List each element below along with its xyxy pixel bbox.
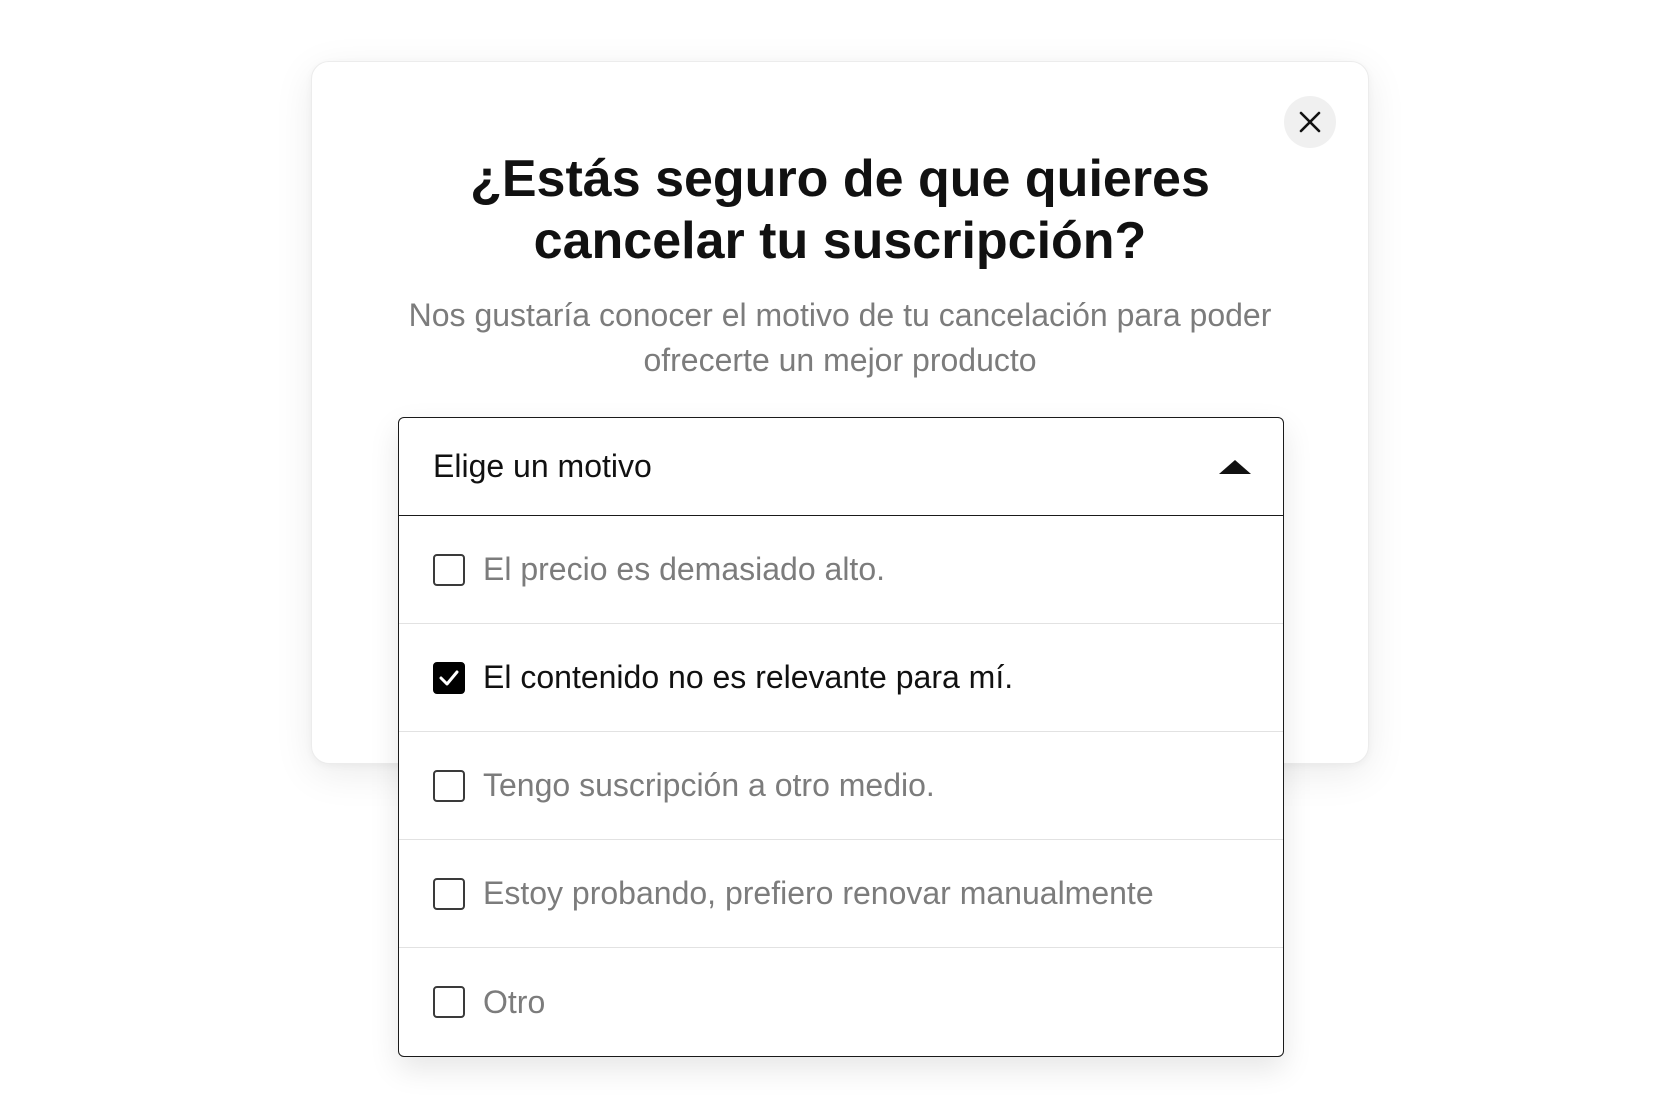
reason-option[interactable]: Estoy probando, prefiero renovar manualm… — [399, 840, 1283, 948]
close-icon — [1299, 111, 1321, 133]
reason-dropdown[interactable]: Elige un motivo El precio es demasiado a… — [398, 417, 1284, 1057]
option-checkbox[interactable] — [433, 553, 465, 586]
reason-option[interactable]: El precio es demasiado alto. — [399, 516, 1283, 624]
reason-dropdown-toggle[interactable]: Elige un motivo — [399, 418, 1283, 516]
reason-option[interactable]: Tengo suscripción a otro medio. — [399, 732, 1283, 840]
modal-subtitle-line2: ofrecerte un mejor producto — [643, 342, 1037, 378]
modal-title: ¿Estás seguro de que quieres cancelar tu… — [311, 148, 1369, 272]
reason-option[interactable]: Otro — [399, 948, 1283, 1056]
modal-title-line2: cancelar tu suscripción? — [533, 212, 1147, 270]
caret-up-icon — [1219, 459, 1251, 474]
option-checkbox[interactable] — [433, 986, 465, 1018]
reason-option[interactable]: El contenido no es relevante para mí. — [399, 624, 1283, 732]
option-label: Estoy probando, prefiero renovar manualm… — [483, 875, 1154, 911]
modal-title-line1: ¿Estás seguro de que quieres — [470, 150, 1210, 208]
modal-subtitle-line1: Nos gustaría conocer el motivo de tu can… — [408, 297, 1272, 333]
option-checkbox[interactable] — [433, 769, 465, 802]
option-label: Otro — [483, 983, 546, 1020]
reason-dropdown-label: Elige un motivo — [433, 448, 652, 484]
option-label: El contenido no es relevante para mí. — [483, 659, 1014, 695]
modal-subtitle: Nos gustaría conocer el motivo de tu can… — [340, 293, 1340, 383]
option-checkbox[interactable] — [433, 661, 465, 694]
close-button[interactable] — [1284, 96, 1336, 148]
option-label: Tengo suscripción a otro medio. — [483, 767, 935, 803]
page: ¿Estás seguro de que quieres cancelar tu… — [0, 0, 1674, 1116]
option-label: El precio es demasiado alto. — [483, 551, 885, 587]
option-checkbox[interactable] — [433, 877, 465, 910]
checkmark-icon — [439, 670, 459, 685]
